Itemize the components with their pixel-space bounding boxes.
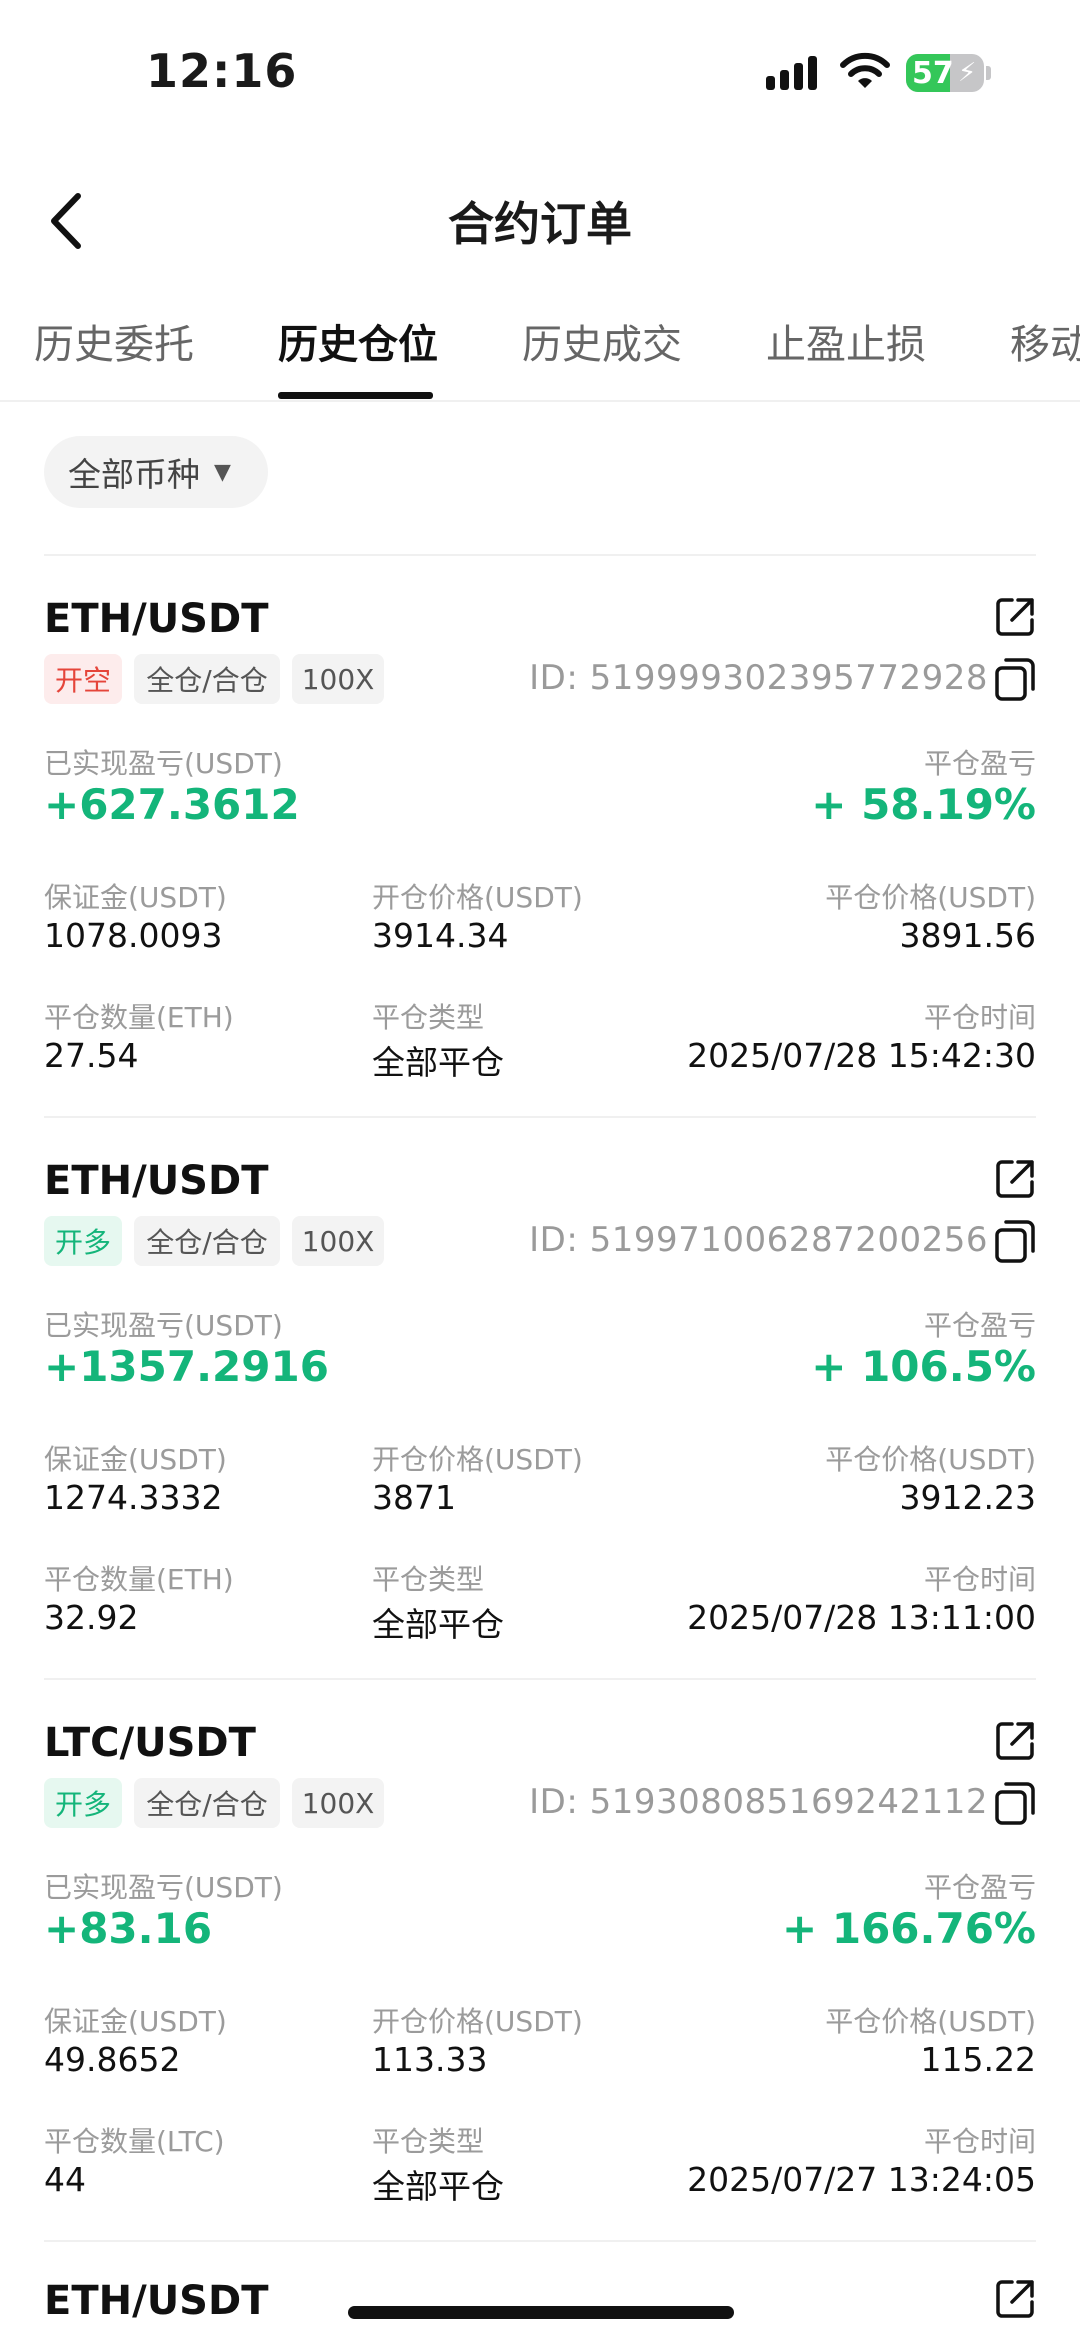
close-price-label: 平仓价格(USDT) bbox=[825, 2005, 1036, 2038]
margin-mode-tag: 全仓/合仓 bbox=[134, 1216, 280, 1266]
close-price-value: 115.22 bbox=[920, 2040, 1036, 2079]
tab-history-positions[interactable]: 历史仓位 bbox=[278, 312, 438, 370]
active-tab-indicator bbox=[278, 392, 433, 399]
realized-pnl-value: +1357.2916 bbox=[44, 1342, 329, 1391]
cellular-signal-icon bbox=[766, 56, 818, 90]
caret-down-icon: ▼ bbox=[214, 459, 231, 485]
close-pnl-label: 平仓盈亏 bbox=[923, 747, 1036, 780]
copy-icon[interactable] bbox=[994, 656, 1036, 702]
close-qty-value: 32.92 bbox=[44, 1598, 139, 1637]
close-pnl-label: 平仓盈亏 bbox=[923, 1309, 1036, 1342]
close-qty-label: 平仓数量(LTC) bbox=[44, 2125, 225, 2158]
trading-pair: LTC/USDT bbox=[44, 1720, 256, 1766]
realized-pnl-label: 已实现盈亏(USDT) bbox=[44, 747, 283, 780]
margin-value: 1078.0093 bbox=[44, 916, 223, 955]
close-price-label: 平仓价格(USDT) bbox=[825, 1443, 1036, 1476]
order-card: ETH/USDT 开多 全仓/合仓 100X ID: 5199710062872… bbox=[44, 1118, 1036, 1680]
order-card: ETH/USDT 开空 全仓/合仓 100X ID: 5199993023957… bbox=[44, 556, 1036, 1118]
close-time-value: 2025/07/27 13:24:05 bbox=[687, 2160, 1036, 2199]
close-time-label: 平仓时间 bbox=[923, 1563, 1036, 1596]
tab-bar: 历史委托 历史仓位 历史成交 止盈止损 移动 bbox=[0, 300, 1080, 402]
open-price-label: 开仓价格(USDT) bbox=[372, 1443, 583, 1476]
close-pnl-label: 平仓盈亏 bbox=[923, 1871, 1036, 1904]
open-price-label: 开仓价格(USDT) bbox=[372, 881, 583, 914]
status-time: 12:16 bbox=[146, 44, 298, 98]
wifi-icon bbox=[840, 52, 890, 88]
close-time-label: 平仓时间 bbox=[923, 1001, 1036, 1034]
margin-mode-tag: 全仓/合仓 bbox=[134, 654, 280, 704]
trading-pair: ETH/USDT bbox=[44, 2278, 269, 2324]
trading-pair: ETH/USDT bbox=[44, 1158, 269, 1204]
close-qty-label: 平仓数量(ETH) bbox=[44, 1001, 234, 1034]
close-time-value: 2025/07/28 15:42:30 bbox=[687, 1036, 1036, 1075]
order-card: ETH/USDT bbox=[44, 2242, 1036, 2341]
close-qty-label: 平仓数量(ETH) bbox=[44, 1563, 234, 1596]
close-pnl-percent: + 58.19% bbox=[811, 780, 1036, 829]
copy-icon[interactable] bbox=[994, 1780, 1036, 1826]
coin-filter-label: 全部币种 bbox=[68, 455, 200, 494]
battery-icon: 57 ⚡ bbox=[906, 54, 984, 92]
copy-icon[interactable] bbox=[994, 1218, 1036, 1264]
realized-pnl-value: +83.16 bbox=[44, 1904, 213, 1953]
close-type-value: 全部平仓 bbox=[372, 2167, 504, 2206]
order-id: ID: 519308085169242112 bbox=[529, 1782, 988, 1822]
margin-label: 保证金(USDT) bbox=[44, 881, 227, 914]
nav-header: 合约订单 bbox=[0, 160, 1080, 280]
margin-label: 保证金(USDT) bbox=[44, 2005, 227, 2038]
close-type-value: 全部平仓 bbox=[372, 1605, 504, 1644]
close-price-value: 3912.23 bbox=[899, 1478, 1036, 1517]
margin-mode-tag: 全仓/合仓 bbox=[134, 1778, 280, 1828]
realized-pnl-label: 已实现盈亏(USDT) bbox=[44, 1309, 283, 1342]
share-icon[interactable] bbox=[994, 596, 1036, 638]
open-price-value: 3871 bbox=[372, 1478, 456, 1517]
realized-pnl-value: +627.3612 bbox=[44, 780, 300, 829]
coin-filter-dropdown[interactable]: 全部币种 ▼ bbox=[44, 436, 268, 508]
order-id: ID: 519999302395772928 bbox=[529, 658, 988, 698]
open-price-label: 开仓价格(USDT) bbox=[372, 2005, 583, 2038]
leverage-tag: 100X bbox=[292, 1778, 384, 1828]
margin-value: 1274.3332 bbox=[44, 1478, 223, 1517]
page-title: 合约订单 bbox=[448, 197, 632, 251]
leverage-tag: 100X bbox=[292, 654, 384, 704]
margin-value: 49.8652 bbox=[44, 2040, 181, 2079]
order-card: LTC/USDT 开多 全仓/合仓 100X ID: 5193080851692… bbox=[44, 1680, 1036, 2242]
close-time-value: 2025/07/28 13:11:00 bbox=[687, 1598, 1036, 1637]
close-price-label: 平仓价格(USDT) bbox=[825, 881, 1036, 914]
home-indicator[interactable] bbox=[348, 2306, 734, 2319]
side-tag: 开多 bbox=[44, 1778, 122, 1828]
tab-trailing[interactable]: 移动 bbox=[1010, 312, 1080, 370]
close-qty-value: 44 bbox=[44, 2160, 86, 2199]
tab-tp-sl[interactable]: 止盈止损 bbox=[766, 312, 926, 370]
close-type-label: 平仓类型 bbox=[372, 2125, 485, 2158]
close-pnl-percent: + 106.5% bbox=[811, 1342, 1036, 1391]
share-icon[interactable] bbox=[994, 2278, 1036, 2320]
close-type-label: 平仓类型 bbox=[372, 1563, 485, 1596]
status-bar: 12:16 57 ⚡ bbox=[0, 0, 1080, 150]
leverage-tag: 100X bbox=[292, 1216, 384, 1266]
trading-pair: ETH/USDT bbox=[44, 596, 269, 642]
close-time-label: 平仓时间 bbox=[923, 2125, 1036, 2158]
battery-level: 57 bbox=[912, 56, 954, 91]
open-price-value: 113.33 bbox=[372, 2040, 488, 2079]
close-price-value: 3891.56 bbox=[899, 916, 1036, 955]
close-pnl-percent: + 166.76% bbox=[782, 1904, 1036, 1953]
margin-label: 保证金(USDT) bbox=[44, 1443, 227, 1476]
side-tag: 开多 bbox=[44, 1216, 122, 1266]
order-id: ID: 519971006287200256 bbox=[529, 1220, 988, 1260]
tab-history-orders[interactable]: 历史委托 bbox=[34, 312, 194, 370]
close-type-label: 平仓类型 bbox=[372, 1001, 485, 1034]
close-qty-value: 27.54 bbox=[44, 1036, 139, 1075]
close-type-value: 全部平仓 bbox=[372, 1043, 504, 1082]
side-tag: 开空 bbox=[44, 654, 122, 704]
tab-history-trades[interactable]: 历史成交 bbox=[522, 312, 682, 370]
share-icon[interactable] bbox=[994, 1720, 1036, 1762]
share-icon[interactable] bbox=[994, 1158, 1036, 1200]
open-price-value: 3914.34 bbox=[372, 916, 509, 955]
realized-pnl-label: 已实现盈亏(USDT) bbox=[44, 1871, 283, 1904]
